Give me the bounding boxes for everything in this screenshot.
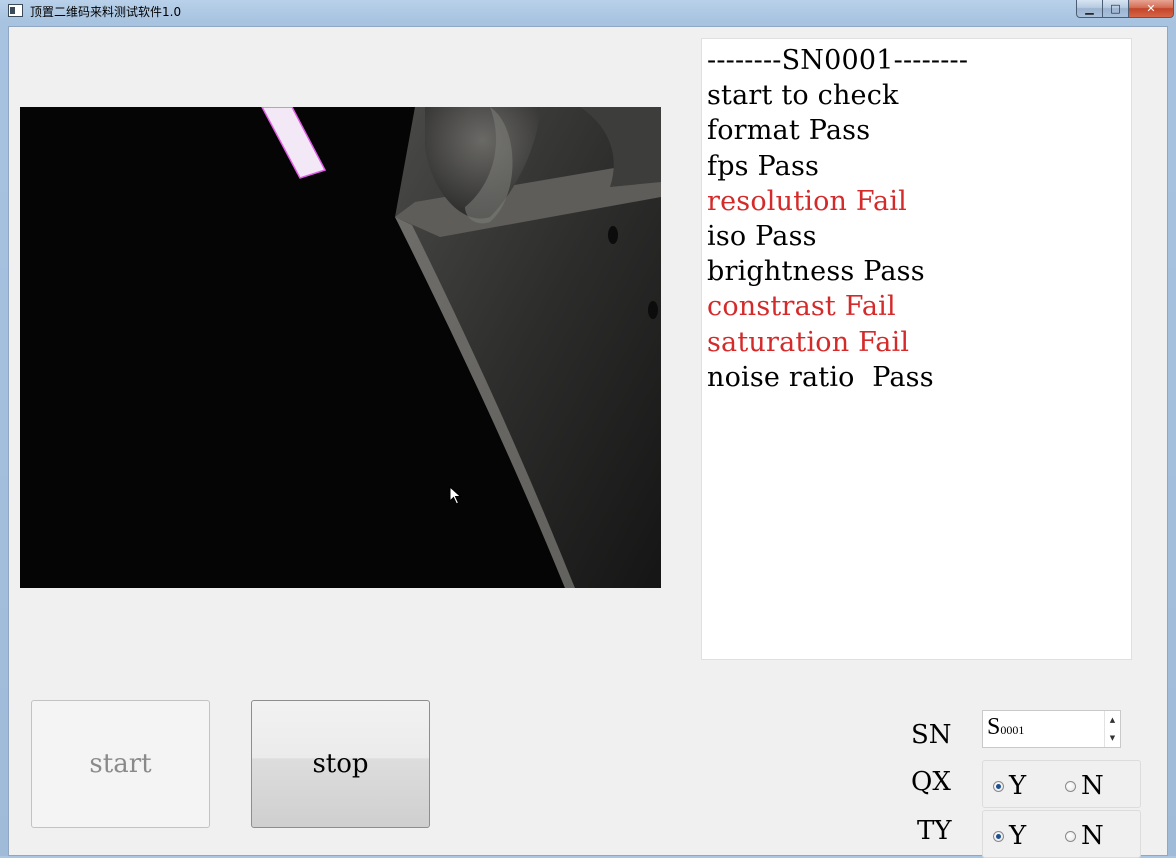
ty-label: TY bbox=[917, 816, 952, 846]
log-line: noise ratio Pass bbox=[707, 361, 934, 393]
window-title: 顶置二维码来料测试软件1.0 bbox=[30, 5, 182, 19]
close-icon: ✕ bbox=[1146, 2, 1156, 15]
app-window: 顶置二维码来料测试软件1.0 ▁ □ ✕ --------SN0001-----… bbox=[0, 0, 1176, 858]
qx-radio-group: Y N bbox=[982, 760, 1141, 808]
maximize-button[interactable]: □ bbox=[1103, 0, 1129, 18]
sn-label: SN bbox=[911, 720, 952, 750]
qx-radio-n[interactable]: N bbox=[1065, 771, 1104, 801]
log-line: fps Pass bbox=[707, 150, 820, 182]
sn-value-number: 0001 bbox=[1000, 723, 1025, 737]
qx-radio-y[interactable]: Y bbox=[993, 771, 1026, 801]
client-area: --------SN0001-------- start to check form… bbox=[8, 26, 1168, 858]
ty-radio-y[interactable]: Y bbox=[993, 821, 1026, 851]
radio-checked-icon bbox=[993, 780, 1004, 792]
sn-value-prefix: S bbox=[987, 714, 1001, 740]
sn-spin-arrows: ▲ ▼ bbox=[1104, 711, 1120, 747]
log-line: format Pass bbox=[707, 115, 871, 147]
log-line: --------SN0001-------- bbox=[707, 45, 969, 76]
stop-button[interactable]: stop bbox=[251, 700, 430, 828]
close-button[interactable]: ✕ bbox=[1129, 0, 1174, 18]
ty-radio-n[interactable]: N bbox=[1065, 821, 1104, 851]
stop-button-label: stop bbox=[312, 749, 369, 779]
sn-spinbox[interactable]: S0001 ▲ ▼ bbox=[982, 710, 1121, 748]
window-controls: ▁ □ ✕ bbox=[1076, 0, 1174, 18]
sn-value[interactable]: S0001 bbox=[987, 714, 1024, 741]
log-line: saturation Fail bbox=[707, 326, 910, 358]
radio-unchecked-icon bbox=[1065, 780, 1076, 792]
ty-radio-n-label: N bbox=[1081, 821, 1104, 851]
log-line: brightness Pass bbox=[707, 256, 925, 288]
qx-radio-n-label: N bbox=[1081, 771, 1104, 801]
ty-radio-y-label: Y bbox=[1009, 821, 1027, 851]
qx-radio-y-label: Y bbox=[1009, 771, 1027, 801]
radio-checked-icon bbox=[993, 830, 1004, 842]
log-line: constrast Fail bbox=[707, 291, 896, 323]
spin-up-icon[interactable]: ▲ bbox=[1105, 711, 1120, 729]
start-button-label: start bbox=[89, 749, 152, 779]
minimize-icon: ▁ bbox=[1085, 2, 1094, 15]
ty-radio-group: Y N bbox=[982, 810, 1141, 858]
log-line: start to check bbox=[707, 80, 899, 112]
log-line: resolution Fail bbox=[707, 185, 908, 217]
camera-frame-image bbox=[20, 107, 661, 588]
log-line: iso Pass bbox=[707, 220, 817, 252]
qx-label: QX bbox=[911, 767, 951, 797]
title-bar[interactable]: 顶置二维码来料测试软件1.0 ▁ □ ✕ bbox=[0, 0, 1176, 24]
start-button[interactable]: start bbox=[31, 700, 210, 828]
log-lines: --------SN0001-------- start to check form… bbox=[707, 43, 1131, 395]
camera-preview bbox=[20, 107, 661, 588]
maximize-icon: □ bbox=[1110, 2, 1121, 15]
result-log[interactable]: --------SN0001-------- start to check form… bbox=[701, 38, 1132, 660]
spin-down-icon[interactable]: ▼ bbox=[1105, 729, 1120, 747]
app-icon bbox=[8, 4, 23, 17]
mouse-cursor-icon bbox=[449, 486, 462, 505]
minimize-button[interactable]: ▁ bbox=[1076, 0, 1103, 18]
radio-unchecked-icon bbox=[1065, 830, 1076, 842]
